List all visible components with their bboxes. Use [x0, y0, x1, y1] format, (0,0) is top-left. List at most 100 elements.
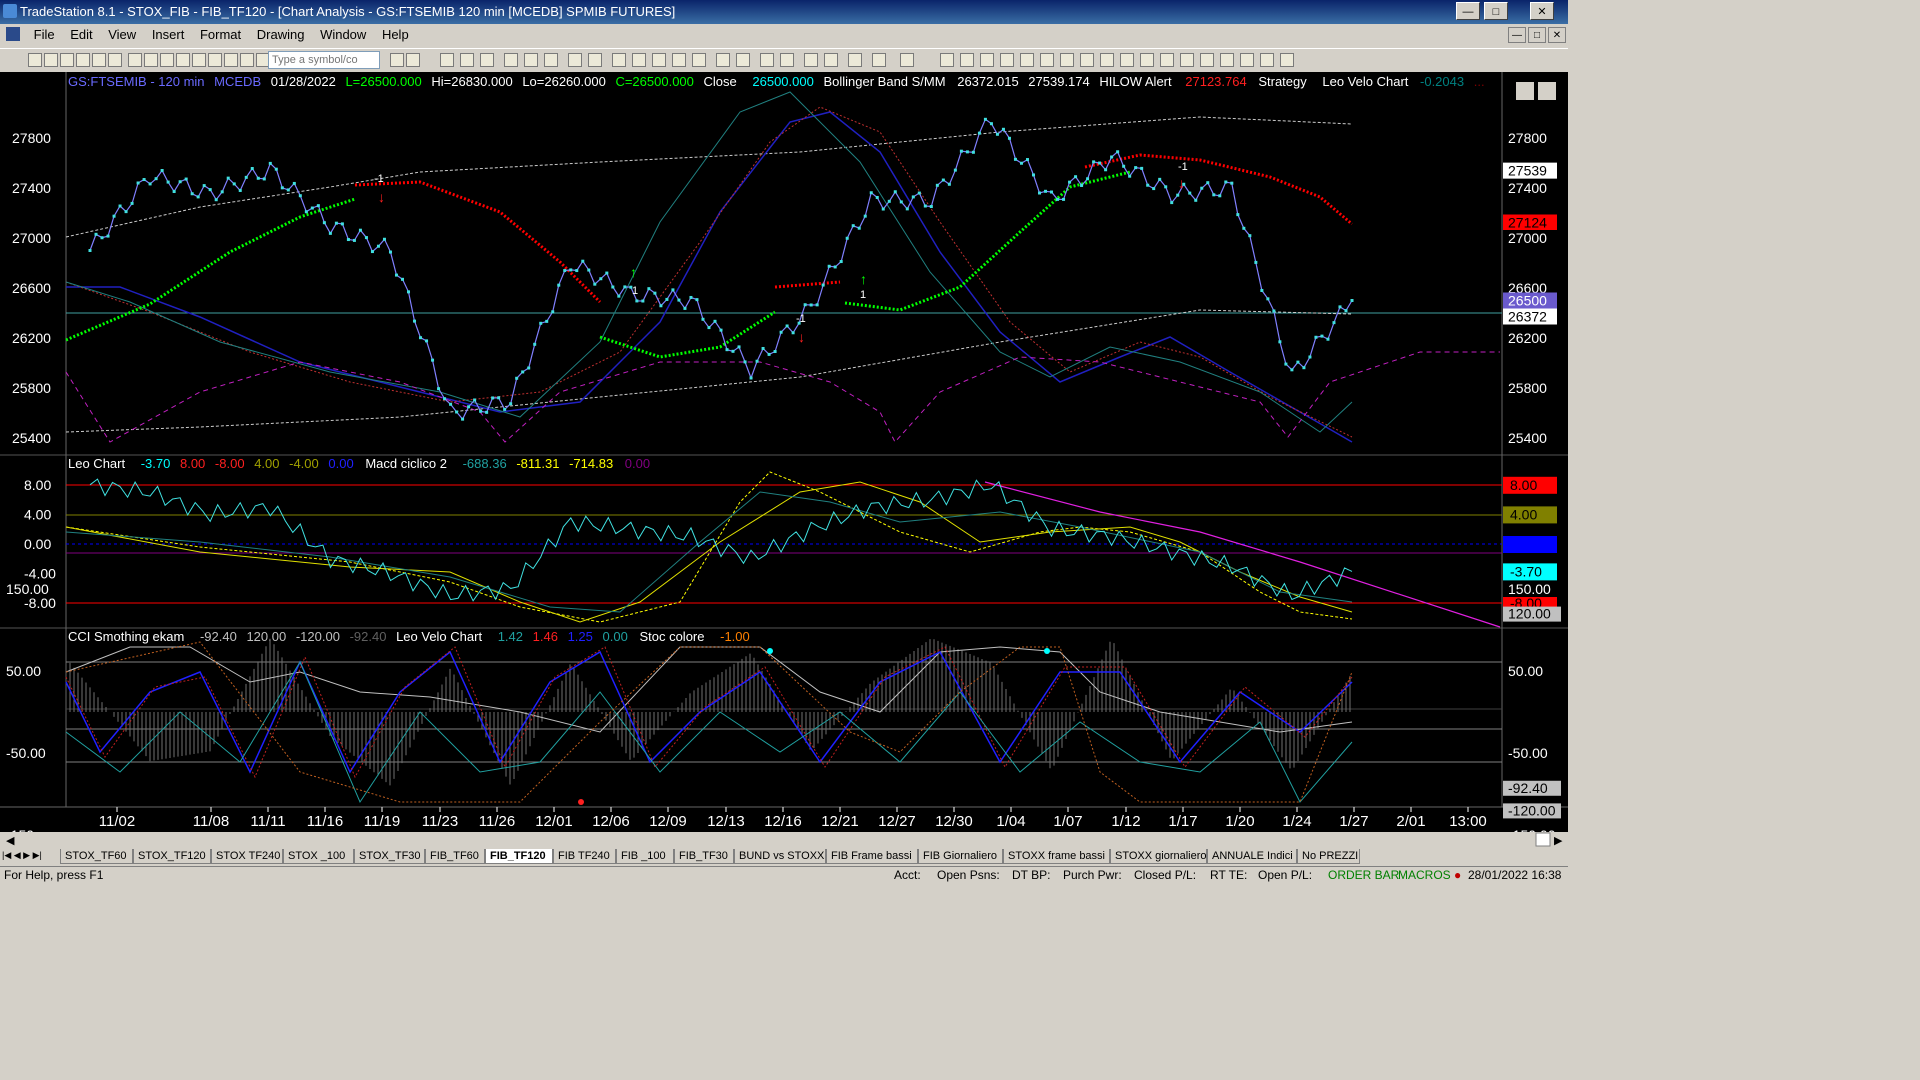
toolbar-tool-icon[interactable]	[872, 53, 886, 67]
cci-label: CCI Smothing ekam	[68, 629, 184, 644]
toolbar-tool-icon[interactable]	[144, 53, 158, 67]
toolbar-tool-icon[interactable]	[780, 53, 794, 67]
toolbar-tool-icon[interactable]	[1100, 53, 1114, 67]
toolbar-tool-icon[interactable]	[980, 53, 994, 67]
chart-area[interactable]: GS:FTSEMIB - 120 min MCEDB 01/28/2022 L=…	[0, 72, 1568, 847]
macros-button[interactable]: MACROS	[1398, 868, 1451, 882]
menu-view[interactable]: View	[102, 24, 142, 45]
tab-fib-giornaliero[interactable]: FIB Giornaliero	[918, 849, 1003, 864]
toolbar-tool-icon[interactable]	[1000, 53, 1014, 67]
toolbar-tool-icon[interactable]	[108, 53, 122, 67]
toolbar-tool-icon[interactable]	[1080, 53, 1094, 67]
tab-nav-arrows[interactable]: |◀ ◀ ▶ ▶|	[2, 850, 42, 861]
tab-fib-tf60[interactable]: FIB_TF60	[425, 849, 485, 864]
toolbar-tool-icon[interactable]	[440, 53, 454, 67]
toolbar-tool-icon[interactable]	[672, 53, 686, 67]
toolbar-tool-icon[interactable]	[940, 53, 954, 67]
toolbar-tool-icon[interactable]	[544, 53, 558, 67]
toolbar-tool-icon[interactable]	[1260, 53, 1274, 67]
tab-no-prezzi[interactable]: No PREZZI	[1297, 849, 1360, 864]
toolbar-tool-icon[interactable]	[480, 53, 494, 67]
toolbar-tool-icon[interactable]	[504, 53, 518, 67]
toolbar-tool-icon[interactable]	[760, 53, 774, 67]
toolbar-tool-icon[interactable]	[1280, 53, 1294, 67]
menu-window[interactable]: Window	[314, 24, 372, 45]
toolbar-tool-icon[interactable]	[192, 53, 206, 67]
order-bar-button[interactable]: ORDER BAR	[1328, 868, 1399, 882]
chart-restore-button[interactable]	[1538, 82, 1556, 100]
toolbar-tool-icon[interactable]	[1120, 53, 1134, 67]
menu-insert[interactable]: Insert	[146, 24, 191, 45]
toolbar-tool-icon[interactable]	[76, 53, 90, 67]
toolbar-tool-icon[interactable]	[44, 53, 58, 67]
scroll-right-icon[interactable]: ▶	[1554, 835, 1563, 847]
toolbar-tool-icon[interactable]	[632, 53, 646, 67]
toolbar-tool-icon[interactable]	[60, 53, 74, 67]
toolbar-tool-icon[interactable]	[848, 53, 862, 67]
toolbar-tool-icon[interactable]	[900, 53, 914, 67]
toolbar-tool-icon[interactable]	[176, 53, 190, 67]
toolbar-tool-icon[interactable]	[612, 53, 626, 67]
toolbar-tool-icon[interactable]	[92, 53, 106, 67]
chart-minimize-button[interactable]	[1516, 82, 1534, 100]
menu-file[interactable]: File	[28, 24, 61, 45]
mdi-app-icon[interactable]	[6, 27, 20, 41]
toolbar-tool-icon[interactable]	[804, 53, 818, 67]
minimize-button[interactable]: —	[1456, 2, 1480, 20]
tab-fib-tf30[interactable]: FIB_TF30	[674, 849, 734, 864]
menu-format[interactable]: Format	[194, 24, 247, 45]
scroll-left-icon[interactable]: ◀	[6, 835, 15, 847]
tab-stox-tf60[interactable]: STOX_TF60	[60, 849, 133, 864]
toolbar-tool-icon[interactable]	[460, 53, 474, 67]
toolbar-tool-icon[interactable]	[1200, 53, 1214, 67]
toolbar-tool-icon[interactable]	[1040, 53, 1054, 67]
scroll-thumb[interactable]	[1535, 832, 1551, 847]
toolbar-tool-icon[interactable]	[224, 53, 238, 67]
toolbar-tool-icon[interactable]	[824, 53, 838, 67]
horizontal-scrollbar[interactable]	[0, 832, 1568, 847]
mdi-close-button[interactable]: ✕	[1548, 27, 1566, 43]
toolbar-tool-icon[interactable]	[1180, 53, 1194, 67]
toolbar-tool-icon[interactable]	[1220, 53, 1234, 67]
tab-stoxx-giornaliero[interactable]: STOXX giornaliero	[1110, 849, 1207, 864]
tab-bund-vs-stoxx[interactable]: BUND vs STOXX	[734, 849, 826, 864]
close-button[interactable]: ✕	[1530, 2, 1554, 20]
toolbar-tool-icon[interactable]	[128, 53, 142, 67]
symbol-input[interactable]	[268, 51, 380, 69]
mdi-minimize-button[interactable]: —	[1508, 27, 1526, 43]
tab-stox-tf30[interactable]: STOX_TF30	[354, 849, 425, 864]
toolbar-tool-icon[interactable]	[652, 53, 666, 67]
toolbar-tool-icon[interactable]	[160, 53, 174, 67]
tab-fib-100[interactable]: FIB _100	[616, 849, 674, 864]
tab-fib-tf120[interactable]: FIB_TF120	[485, 849, 553, 864]
menu-edit[interactable]: Edit	[64, 24, 98, 45]
toolbar-tool-icon[interactable]	[406, 53, 420, 67]
mdi-restore-button[interactable]: □	[1528, 27, 1546, 43]
toolbar-tool-icon[interactable]	[588, 53, 602, 67]
toolbar-tool-icon[interactable]	[1140, 53, 1154, 67]
toolbar-tool-icon[interactable]	[736, 53, 750, 67]
menu-drawing[interactable]: Drawing	[251, 24, 311, 45]
tab-stox-tf120[interactable]: STOX_TF120	[133, 849, 211, 864]
menu-help[interactable]: Help	[376, 24, 415, 45]
tab-fib-frame-bassi[interactable]: FIB Frame bassi	[826, 849, 918, 864]
maximize-button[interactable]: □	[1484, 2, 1508, 20]
toolbar-tool-icon[interactable]	[568, 53, 582, 67]
tab-annuale-indici[interactable]: ANNUALE Indici	[1207, 849, 1297, 864]
tab-stox-tf240[interactable]: STOX TF240	[211, 849, 283, 864]
toolbar-tool-icon[interactable]	[692, 53, 706, 67]
toolbar-tool-icon[interactable]	[1020, 53, 1034, 67]
toolbar-tool-icon[interactable]	[960, 53, 974, 67]
tab-stoxx-frame-bassi[interactable]: STOXX frame bassi	[1003, 849, 1110, 864]
tab-fib-tf240[interactable]: FIB TF240	[553, 849, 616, 864]
toolbar-tool-icon[interactable]	[1240, 53, 1254, 67]
toolbar-tool-icon[interactable]	[390, 53, 404, 67]
toolbar-tool-icon[interactable]	[28, 53, 42, 67]
toolbar-tool-icon[interactable]	[240, 53, 254, 67]
toolbar-tool-icon[interactable]	[716, 53, 730, 67]
tab-stox-100[interactable]: STOX _100	[283, 849, 354, 864]
toolbar-tool-icon[interactable]	[208, 53, 222, 67]
toolbar-tool-icon[interactable]	[1060, 53, 1074, 67]
toolbar-tool-icon[interactable]	[524, 53, 538, 67]
toolbar-tool-icon[interactable]	[1160, 53, 1174, 67]
